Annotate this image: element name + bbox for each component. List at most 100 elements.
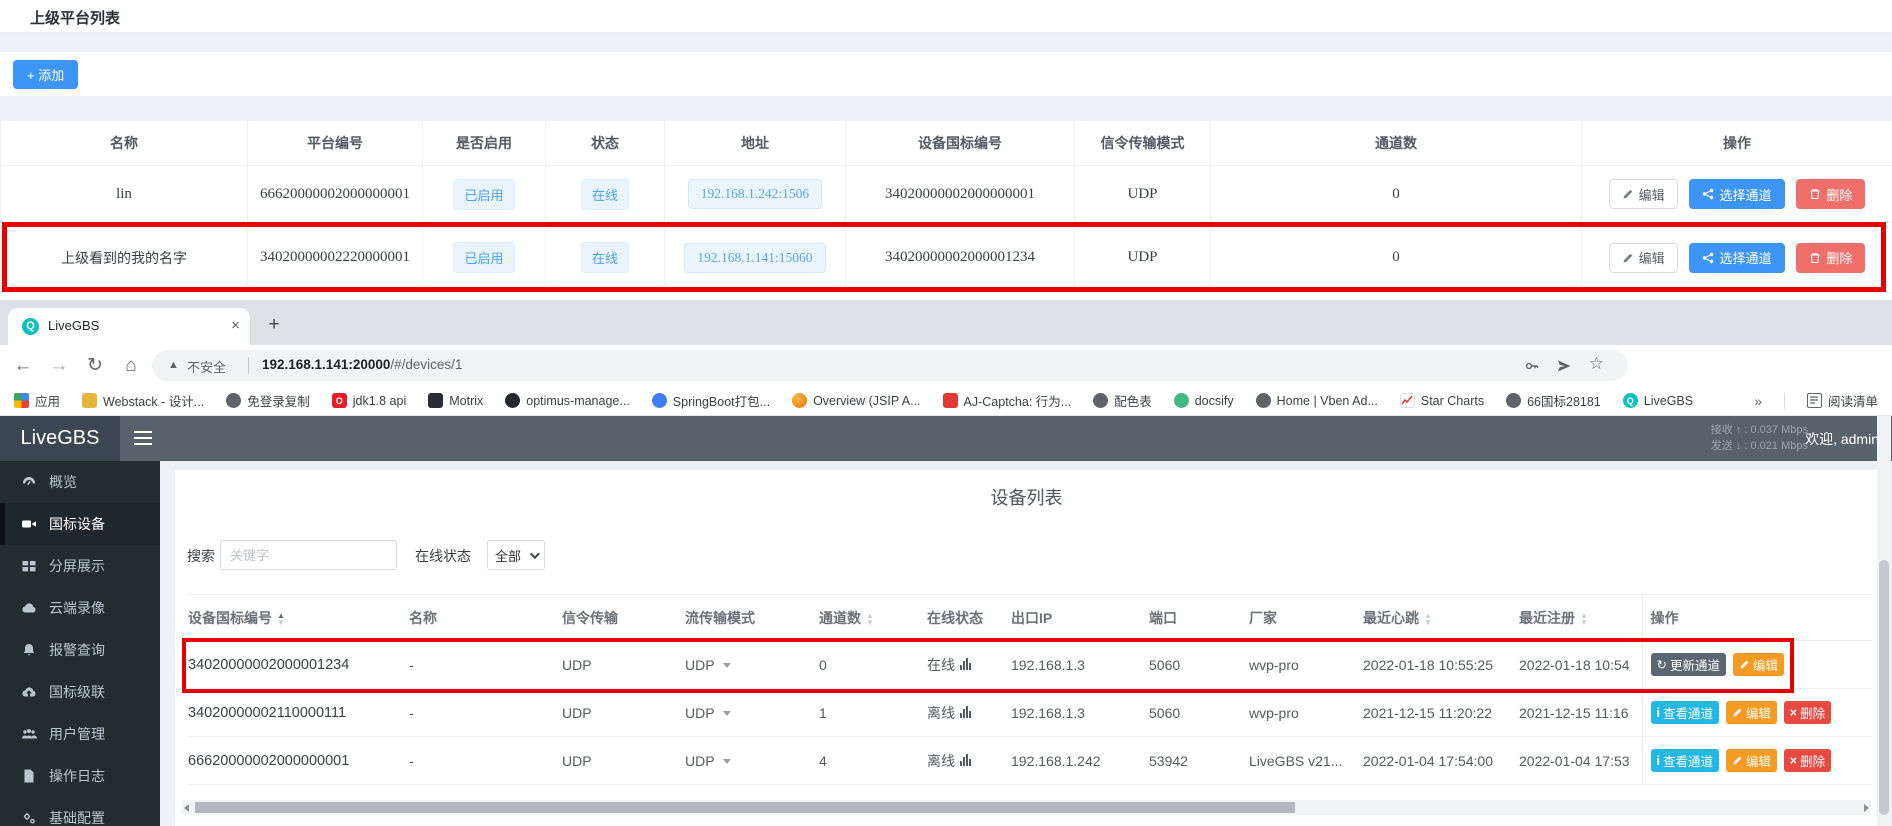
address-bar[interactable]: ▲ 不安全 192.168.1.141:20000/#/devices/1 ☆: [152, 350, 1628, 381]
col-channels: 通道数: [1211, 121, 1582, 166]
table-row: 34020000002110000111 - UDP UDP 1 离线 192.…: [188, 689, 1872, 737]
view-channels-button[interactable]: i查看通道: [1651, 749, 1720, 772]
bookmark-apps[interactable]: 应用: [14, 391, 60, 410]
bookmark-item[interactable]: Home | Vben Ad...: [1256, 393, 1378, 408]
bookmark-item[interactable]: optimus-manage...: [505, 393, 630, 408]
horizontal-scrollbar[interactable]: [182, 800, 1871, 815]
bookmarks-overflow-chevron[interactable]: »: [1754, 393, 1762, 409]
file-icon: [21, 768, 37, 784]
vertical-scroll-thumb[interactable]: [1879, 560, 1889, 815]
horizontal-scroll-thumb[interactable]: [195, 802, 1295, 813]
col-channels[interactable]: 通道数▲▼: [819, 595, 927, 641]
bookmark-item[interactable]: AJ-Captcha: 行为...: [943, 391, 1072, 410]
cell-device-id: 66620000002000000001: [188, 737, 409, 785]
home-button[interactable]: ⌂: [116, 345, 146, 386]
sidebar-item-basic-config[interactable]: 基础配置: [0, 797, 160, 826]
tab-close-icon[interactable]: ×: [231, 317, 240, 334]
bookmark-star-icon[interactable]: ☆: [1589, 354, 1604, 374]
cell-device-id: 34020000002110000111: [188, 689, 409, 737]
add-platform-button[interactable]: + 添加: [13, 60, 78, 89]
bookmark-item[interactable]: Overview (JSIP A...: [792, 393, 920, 408]
sidebar-item-split-screen[interactable]: 分屏展示: [0, 545, 160, 587]
edit-button[interactable]: 编辑: [1733, 653, 1784, 676]
sort-icon[interactable]: ▲▼: [1580, 612, 1588, 626]
cell-ip: 192.168.1.3: [1011, 641, 1149, 689]
browser-tab-strip: Q LiveGBS × + ⌄ – □ ×: [0, 300, 1892, 345]
sort-icon[interactable]: ▲▼: [866, 612, 874, 626]
cell-vendor: wvp-pro: [1249, 641, 1363, 689]
sidebar-item-gb-devices[interactable]: 国标设备: [0, 503, 160, 545]
sidebar-item-alarm-query[interactable]: 报警查询: [0, 629, 160, 671]
scroll-left-arrow-icon[interactable]: [184, 804, 189, 812]
bookmark-item[interactable]: QLiveGBS: [1623, 393, 1693, 408]
col-device-id: 设备国标编号: [846, 121, 1075, 166]
bookmark-item[interactable]: 66国标28181: [1506, 391, 1601, 410]
col-registered[interactable]: 最近注册▲▼: [1519, 595, 1642, 641]
bandwidth-chart-icon[interactable]: [960, 658, 971, 670]
select-channel-button[interactable]: 选择通道: [1689, 179, 1784, 209]
sidebar: 概览 国标设备 分屏展示 云端录像 报警查询 国标级联 用户管理 操作日志 基础…: [0, 461, 160, 826]
update-channels-button[interactable]: ↻更新通道: [1651, 653, 1727, 676]
search-input[interactable]: [220, 540, 397, 570]
sidebar-item-user-management[interactable]: 用户管理: [0, 713, 160, 755]
reload-button[interactable]: ↻: [80, 345, 110, 386]
cell-stream-mode[interactable]: UDP: [685, 689, 819, 737]
col-device-id[interactable]: 设备国标编号▲▼: [188, 595, 409, 641]
bookmark-item[interactable]: 免登录复制: [226, 391, 310, 410]
edit-button[interactable]: 编辑: [1726, 701, 1777, 724]
sidebar-toggle-icon[interactable]: [134, 431, 154, 449]
forward-button[interactable]: →: [44, 345, 74, 386]
reading-list-button[interactable]: 阅读清单: [1807, 391, 1878, 410]
back-button[interactable]: ←: [8, 345, 38, 386]
scroll-right-arrow-icon[interactable]: [1864, 804, 1869, 812]
welcome-user[interactable]: 欢迎, admin: [1805, 429, 1879, 449]
share-icon: [1702, 252, 1714, 264]
bookmark-item[interactable]: SpringBoot打包...: [652, 391, 770, 410]
bandwidth-chart-icon: [960, 754, 971, 766]
sidebar-item-cloud-recording[interactable]: 云端录像: [0, 587, 160, 629]
select-channel-button[interactable]: 选择通道: [1689, 243, 1784, 273]
col-actions: 操作: [1642, 595, 1872, 641]
delete-button[interactable]: 删除: [1796, 179, 1865, 209]
bookmark-item[interactable]: docsify: [1174, 393, 1234, 408]
sidebar-item-gb-cascade[interactable]: 国标级联: [0, 671, 160, 713]
key-icon[interactable]: [1524, 358, 1540, 378]
browser-tab[interactable]: Q LiveGBS ×: [8, 308, 250, 345]
browser-toolbar: ← → ↻ ⌂ ▲ 不安全 192.168.1.141:20000/#/devi…: [0, 345, 1892, 386]
bookmark-item[interactable]: 配色表: [1093, 391, 1152, 410]
cell-stream-mode[interactable]: UDP: [685, 737, 819, 785]
edit-button[interactable]: 编辑: [1609, 179, 1678, 209]
bookmark-item[interactable]: Motrix: [428, 393, 483, 408]
cell-channels: 0: [1211, 223, 1582, 293]
send-icon[interactable]: [1556, 358, 1572, 378]
cell-stream-mode[interactable]: UDP: [685, 641, 819, 689]
col-heartbeat[interactable]: 最近心跳▲▼: [1363, 595, 1519, 641]
view-channels-button[interactable]: i查看通道: [1651, 701, 1720, 724]
new-tab-button[interactable]: +: [260, 311, 288, 339]
chevron-down-icon: [723, 711, 731, 716]
globe-icon: [1093, 393, 1108, 408]
sidebar-item-operation-log[interactable]: 操作日志: [0, 755, 160, 797]
url-text[interactable]: 192.168.1.141:20000/#/devices/1: [262, 357, 462, 372]
sort-icon[interactable]: ▲▼: [1424, 612, 1432, 626]
edit-button[interactable]: 编辑: [1609, 243, 1678, 273]
sidebar-item-overview[interactable]: 概览: [0, 461, 160, 503]
bookmark-item[interactable]: Webstack - 设计...: [82, 391, 204, 410]
bookmark-item[interactable]: Ojdk1.8 api: [332, 393, 407, 408]
cell-online-status[interactable]: 在线: [927, 641, 1011, 689]
security-label[interactable]: 不安全: [187, 357, 226, 376]
delete-button[interactable]: ×删除: [1784, 749, 1831, 772]
vertical-scrollbar[interactable]: [1877, 416, 1891, 826]
online-status-select[interactable]: 全部: [487, 540, 545, 570]
edit-button[interactable]: 编辑: [1726, 749, 1777, 772]
cloud-upload-icon: [21, 684, 37, 700]
sort-icon[interactable]: ▲▼: [277, 612, 285, 626]
delete-button[interactable]: ×删除: [1784, 701, 1831, 724]
cell-signal-mode: UDP: [1075, 223, 1211, 293]
gears-icon: [21, 810, 37, 826]
delete-button[interactable]: 删除: [1796, 243, 1865, 273]
bookmark-item[interactable]: Star Charts: [1400, 393, 1484, 408]
platform-table: 名称 平台编号 是否启用 状态 地址 设备国标编号 信令传输模式 通道数 操作 …: [0, 120, 1892, 293]
cell-channels: 0: [1211, 166, 1582, 223]
app-logo[interactable]: LiveGBS: [0, 416, 120, 461]
